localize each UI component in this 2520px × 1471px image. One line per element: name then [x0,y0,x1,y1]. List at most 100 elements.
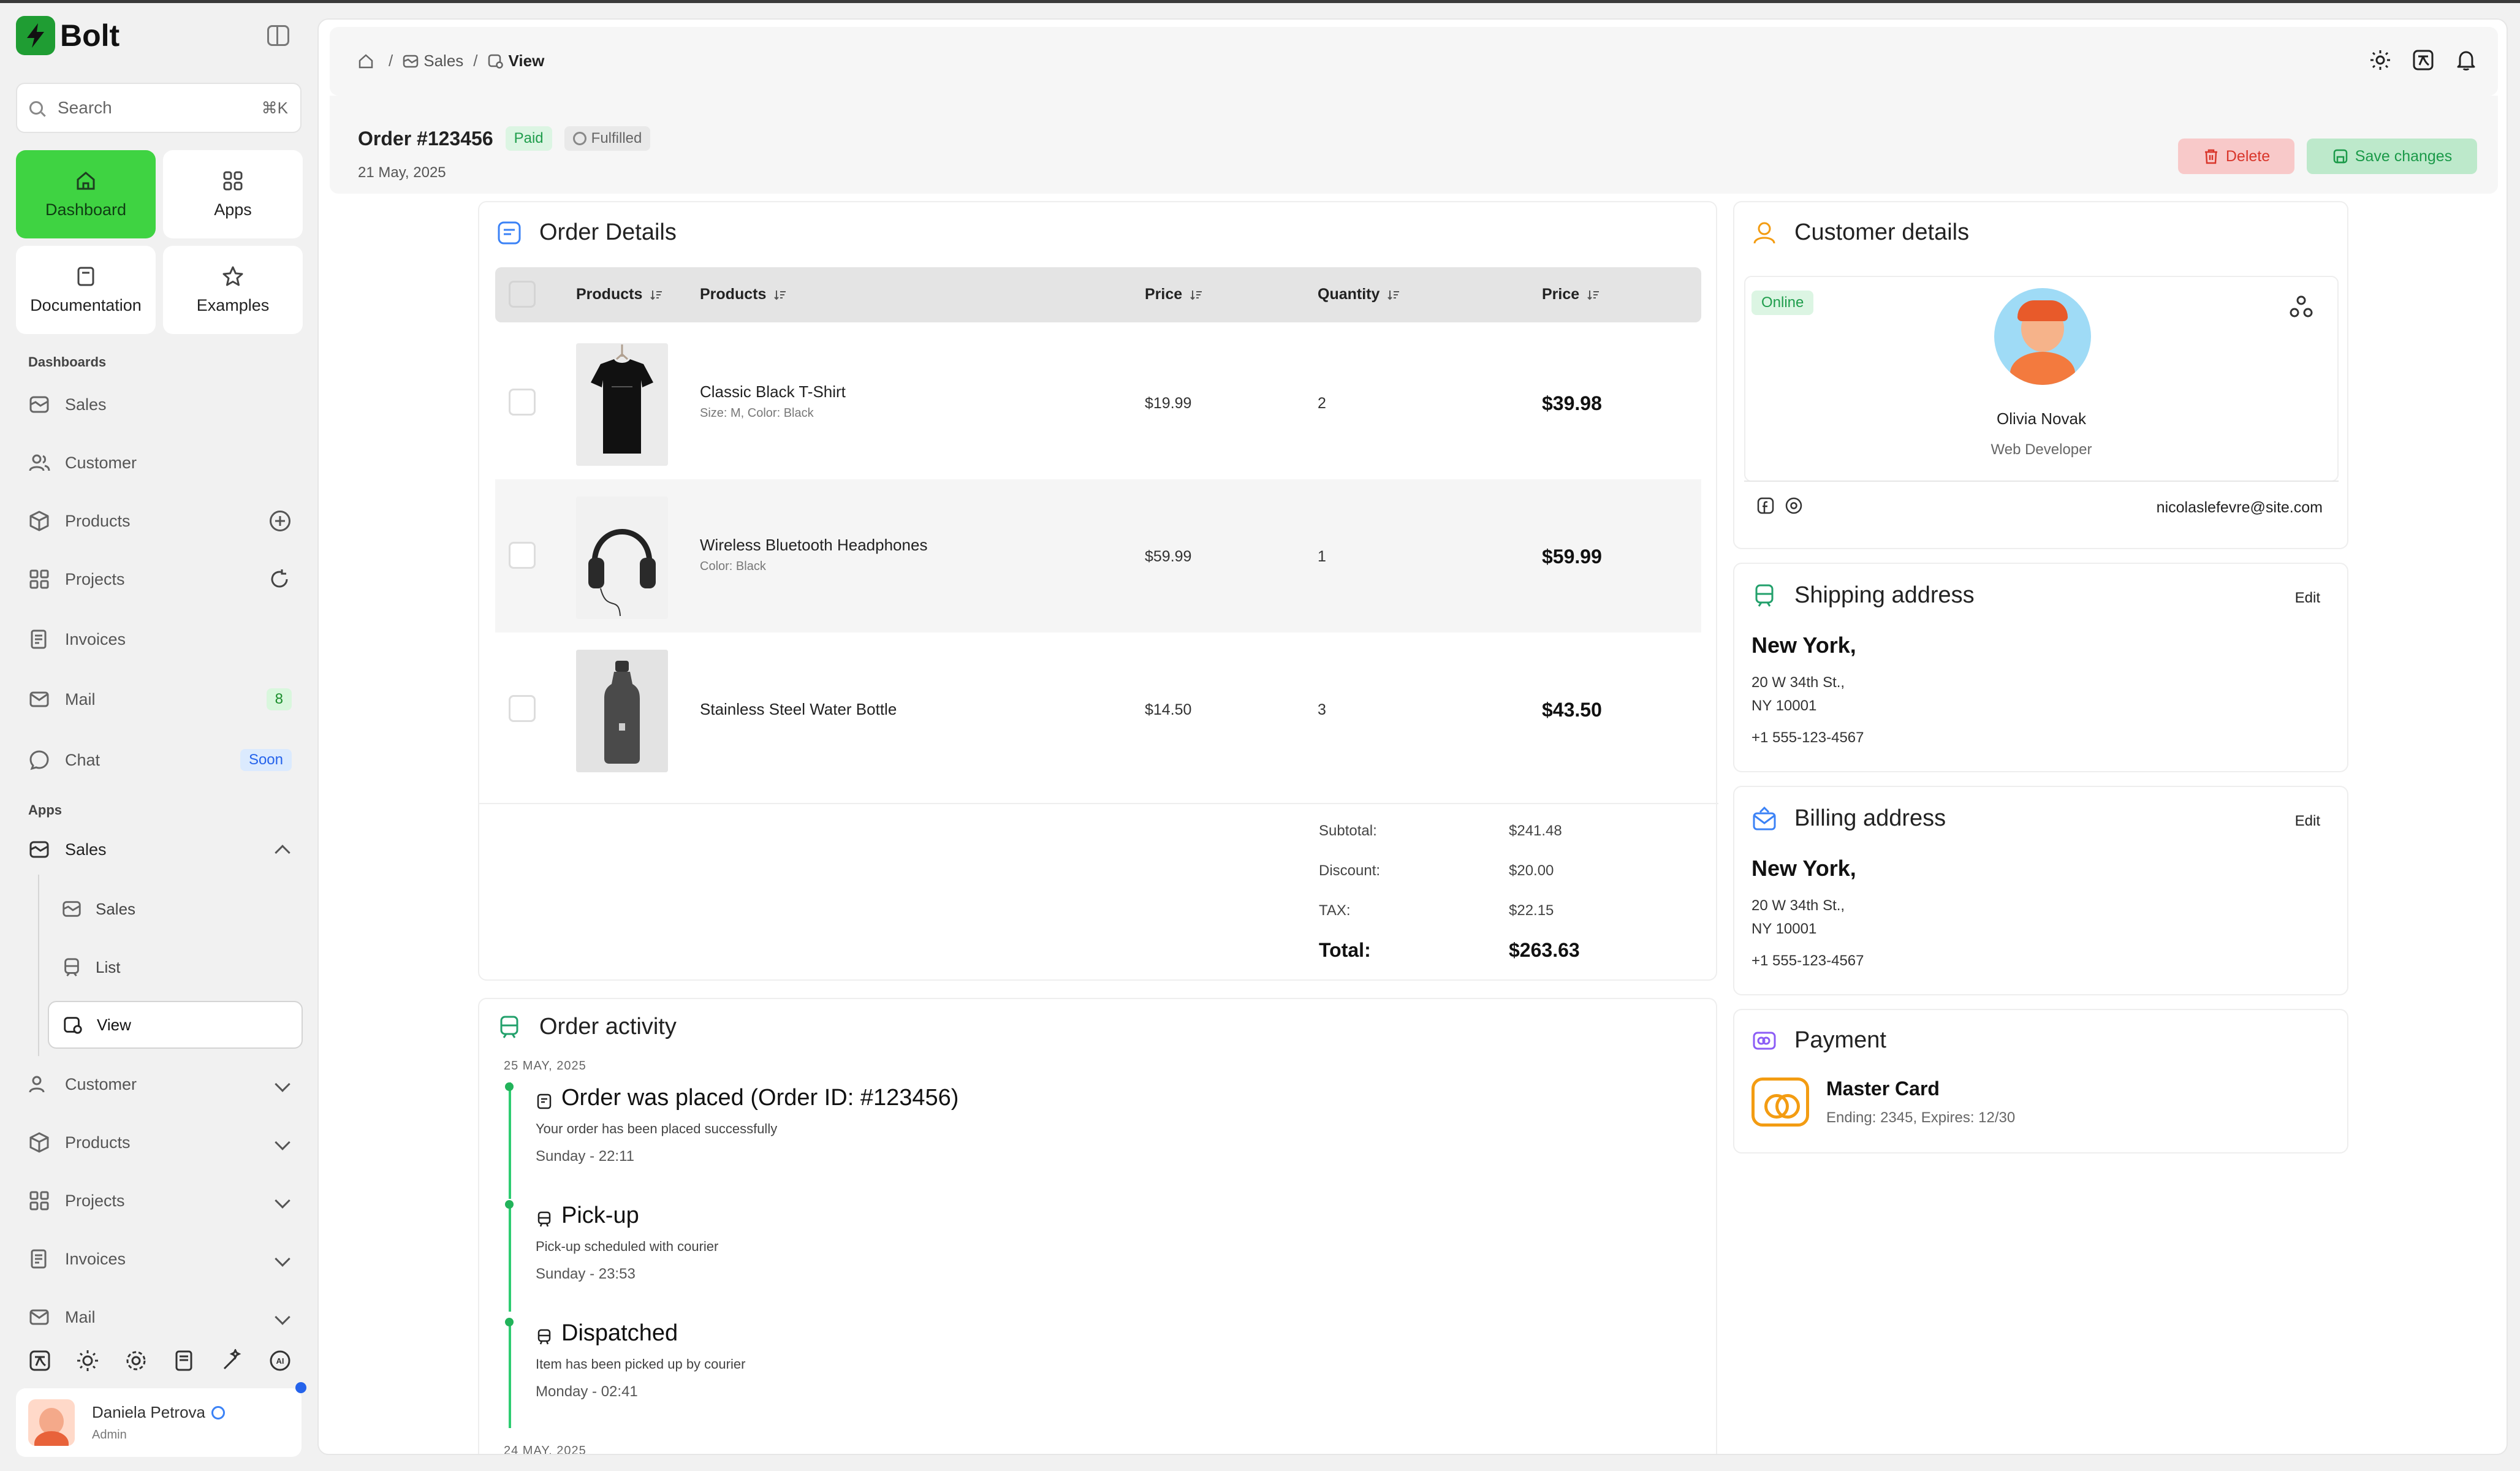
sidebar-item-chat[interactable]: Chat Soon [28,740,298,780]
verified-icon [211,1405,225,1420]
app-name: Bolt [60,18,120,53]
sidebar-item-label: Customer [65,453,137,472]
save-changes-button[interactable]: Save changes [2307,139,2477,174]
bus-icon [536,1207,553,1226]
breadcrumb-separator: / [389,51,393,70]
tile-dashboard[interactable]: Dashboard [16,150,156,238]
ai-icon[interactable]: AI [268,1349,292,1372]
box-icon [28,510,50,532]
summary-discount: Discount: $20.00 [1319,862,1554,880]
chevron-down-icon[interactable] [275,1135,290,1150]
tile-label: Documentation [30,295,142,314]
tile-documentation[interactable]: Documentation [16,246,156,334]
fulfilled-label: Fulfilled [591,130,642,146]
sidebar-collapse-icon[interactable] [267,25,289,46]
activity-event: Order was placed (Order ID: #123456) You… [536,1085,958,1165]
table-row[interactable]: Stainless Steel Water Bottle $14.50 3 $4… [495,633,1701,786]
sidebar-item-customer[interactable]: Customer [28,443,298,482]
sidebar-item-apps-invoices[interactable]: Invoices [28,1239,298,1279]
product-total: $43.50 [1542,699,1602,721]
translate-icon[interactable] [28,1349,51,1372]
submenu-item-view[interactable]: View [48,1001,303,1049]
table-row[interactable]: Wireless Bluetooth Headphones Color: Bla… [495,479,1701,633]
row-checkbox[interactable] [509,695,536,722]
train-icon [61,957,82,978]
submenu-item-list[interactable]: List [61,948,302,987]
event-title: Pick-up [561,1203,639,1228]
edit-shipping-link[interactable]: Edit [2295,590,2320,607]
threads-icon[interactable] [1785,496,1803,515]
product-image-headphones [576,496,668,619]
refresh-icon[interactable] [268,568,290,590]
sidebar-item-mail[interactable]: Mail 8 [28,680,298,719]
column-header[interactable]: Products [700,286,787,303]
app-logo[interactable]: Bolt [16,16,120,55]
share-icon[interactable] [2288,294,2314,320]
plus-circle-icon[interactable] [270,511,290,531]
sidebar-item-apps-customer[interactable]: Customer [28,1065,298,1104]
sidebar-item-products[interactable]: Products [28,501,298,541]
bell-icon[interactable] [2455,49,2477,71]
chevron-down-icon[interactable] [275,1193,290,1209]
home-icon[interactable] [358,53,374,69]
settings-icon[interactable] [124,1349,148,1372]
grid-icon [222,170,244,192]
address-line1: 20 W 34th St., [1751,674,1845,691]
sidebar-item-apps-sales[interactable]: Sales [28,830,298,869]
address-line2: NY 10001 [1751,921,1817,937]
notebook-icon[interactable] [172,1349,195,1372]
submenu-item-label: Sales [96,899,136,918]
breadcrumb-sales[interactable]: Sales [423,51,463,70]
address-line2: NY 10001 [1751,697,1817,714]
submenu-item-sales[interactable]: Sales [61,889,302,929]
sidebar-item-apps-projects[interactable]: Projects [28,1181,298,1220]
chevron-up-icon[interactable] [275,845,290,861]
order-title: Order #123456 [358,127,493,150]
tile-apps[interactable]: Apps [163,150,303,238]
facebook-icon[interactable] [1756,496,1775,515]
chevron-down-icon[interactable] [275,1076,290,1092]
product-image-tshirt [576,343,668,466]
payment-card: Payment Master Card Ending: 2345, Expire… [1733,1009,2348,1154]
order-details-title: Order Details [539,219,677,245]
search-input[interactable]: Search ⌘K [16,83,302,133]
row-checkbox[interactable] [509,542,536,569]
sidebar-item-invoices[interactable]: Invoices [28,620,298,659]
row-checkbox[interactable] [509,389,536,416]
chart-card-icon [28,393,50,416]
chevron-down-icon[interactable] [275,1309,290,1325]
product-quantity: 2 [1318,395,1326,412]
column-header[interactable]: Price [1542,286,1600,303]
sun-icon[interactable] [76,1349,99,1372]
card-title: Billing address [1751,805,1946,832]
sidebar-item-apps-products[interactable]: Products [28,1123,298,1162]
event-time: Sunday - 23:53 [536,1266,636,1282]
sidebar-item-label: Projects [65,569,125,588]
product-total: $59.99 [1542,545,1602,568]
select-all-checkbox[interactable] [509,281,536,308]
tile-label: Examples [196,295,270,314]
chevron-down-icon[interactable] [275,1251,290,1267]
shipping-title: Shipping address [1794,582,1975,608]
column-header[interactable]: Products [576,286,663,303]
column-header[interactable]: Quantity [1318,286,1400,303]
chart-card-icon [28,838,50,861]
topbar-actions [2369,49,2477,71]
delete-button[interactable]: Delete [2178,139,2294,174]
sidebar-item-apps-mail[interactable]: Mail [28,1298,298,1337]
sidebar-item-projects[interactable]: Projects [28,560,298,599]
magic-wand-icon[interactable] [221,1348,244,1372]
sidebar-item-sales[interactable]: Sales [28,385,298,424]
address-phone: +1 555-123-4567 [1751,729,1864,746]
user-profile-card[interactable]: Daniela Petrova Admin [16,1388,302,1457]
table-row[interactable]: Classic Black T-Shirt Size: M, Color: Bl… [495,326,1701,479]
event-title: Dispatched [561,1320,678,1346]
customer-email[interactable]: nicolaslefevre@site.com [2157,499,2323,517]
edit-billing-link[interactable]: Edit [2295,813,2320,830]
sun-icon[interactable] [2369,49,2391,71]
tile-examples[interactable]: Examples [163,246,303,334]
translate-icon[interactable] [2412,49,2434,71]
main-content: / Sales / View Order #123456 Paid Fulfil… [317,18,2508,1455]
sidebar-item-label: Invoices [65,629,126,648]
column-header[interactable]: Price [1145,286,1203,303]
